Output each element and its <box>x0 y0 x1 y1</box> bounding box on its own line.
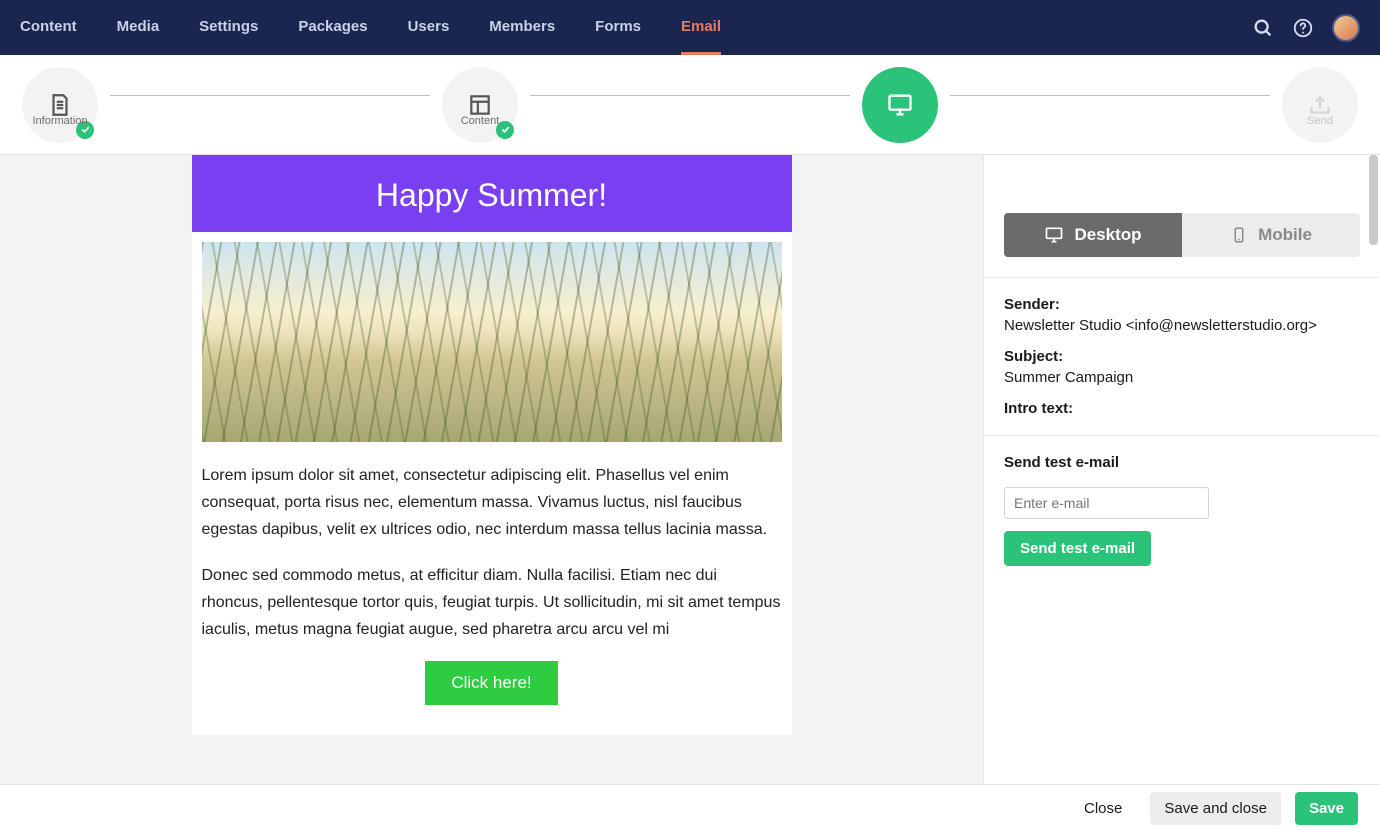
preview-pane: Happy Summer! Lorem ipsum dolor sit amet… <box>0 155 983 784</box>
step-label: Preview <box>850 115 950 127</box>
monitor-icon <box>1044 225 1064 245</box>
top-nav: Content Media Settings Packages Users Me… <box>0 0 1380 55</box>
send-test-title: Send test e-mail <box>1004 454 1360 471</box>
subject-value: Summer Campaign <box>1004 369 1360 386</box>
send-test-button[interactable]: Send test e-mail <box>1004 531 1151 566</box>
top-nav-right <box>1252 14 1360 42</box>
device-desktop-button[interactable]: Desktop <box>1004 213 1182 257</box>
main: Happy Summer! Lorem ipsum dolor sit amet… <box>0 155 1380 784</box>
nav-tab-content[interactable]: Content <box>20 0 77 55</box>
intro-label: Intro text: <box>1004 400 1360 417</box>
sidebar: Desktop Mobile Sender: Newsletter Studio… <box>983 155 1380 784</box>
device-toggle: Desktop Mobile <box>1004 213 1360 257</box>
search-icon[interactable] <box>1252 17 1274 39</box>
email-preview: Happy Summer! Lorem ipsum dolor sit amet… <box>192 155 792 735</box>
email-headline: Happy Summer! <box>192 155 792 232</box>
send-test-section: Send test e-mail Send test e-mail <box>984 454 1380 566</box>
scrollbar[interactable] <box>1367 155 1380 784</box>
nav-tab-settings[interactable]: Settings <box>199 0 258 55</box>
nav-tab-media[interactable]: Media <box>117 0 160 55</box>
email-cta-button[interactable]: Click here! <box>425 661 557 705</box>
sender-label: Sender: <box>1004 296 1360 313</box>
step-connector <box>950 95 1270 96</box>
nav-tab-packages[interactable]: Packages <box>298 0 367 55</box>
save-and-close-button[interactable]: Save and close <box>1150 792 1281 825</box>
nav-tab-members[interactable]: Members <box>489 0 555 55</box>
divider <box>984 277 1380 278</box>
mobile-icon <box>1230 226 1248 244</box>
send-test-input[interactable] <box>1004 487 1209 519</box>
step-label: Content <box>430 115 530 127</box>
footer: Close Save and close Save <box>0 784 1380 832</box>
nav-tab-users[interactable]: Users <box>408 0 450 55</box>
email-paragraph: Lorem ipsum dolor sit amet, consectetur … <box>202 462 782 544</box>
nav-tab-forms[interactable]: Forms <box>595 0 641 55</box>
step-information[interactable]: Information <box>10 67 110 143</box>
step-content[interactable]: Content <box>430 67 530 143</box>
user-avatar[interactable] <box>1332 14 1360 42</box>
step-send[interactable]: Send <box>1270 67 1370 143</box>
step-connector <box>530 95 850 96</box>
step-label: Send <box>1270 115 1370 127</box>
meta-section: Sender: Newsletter Studio <info@newslett… <box>984 296 1380 417</box>
step-connector <box>110 95 430 96</box>
device-mobile-label: Mobile <box>1258 225 1312 245</box>
email-body: Lorem ipsum dolor sit amet, consectetur … <box>192 442 792 735</box>
save-button[interactable]: Save <box>1295 792 1358 825</box>
email-paragraph: Donec sed commodo metus, at efficitur di… <box>202 562 782 644</box>
top-nav-tabs: Content Media Settings Packages Users Me… <box>20 0 1252 55</box>
sender-value: Newsletter Studio <info@newsletterstudio… <box>1004 317 1360 334</box>
nav-tab-email[interactable]: Email <box>681 0 721 55</box>
step-label: Information <box>10 115 110 127</box>
stepper: Information Content Preview Send <box>0 55 1380 155</box>
close-button[interactable]: Close <box>1070 792 1136 825</box>
divider <box>984 435 1380 436</box>
email-hero-image <box>202 242 782 442</box>
step-preview[interactable]: Preview <box>850 67 950 143</box>
subject-label: Subject: <box>1004 348 1360 365</box>
device-mobile-button[interactable]: Mobile <box>1182 213 1360 257</box>
help-icon[interactable] <box>1292 17 1314 39</box>
device-desktop-label: Desktop <box>1074 225 1141 245</box>
